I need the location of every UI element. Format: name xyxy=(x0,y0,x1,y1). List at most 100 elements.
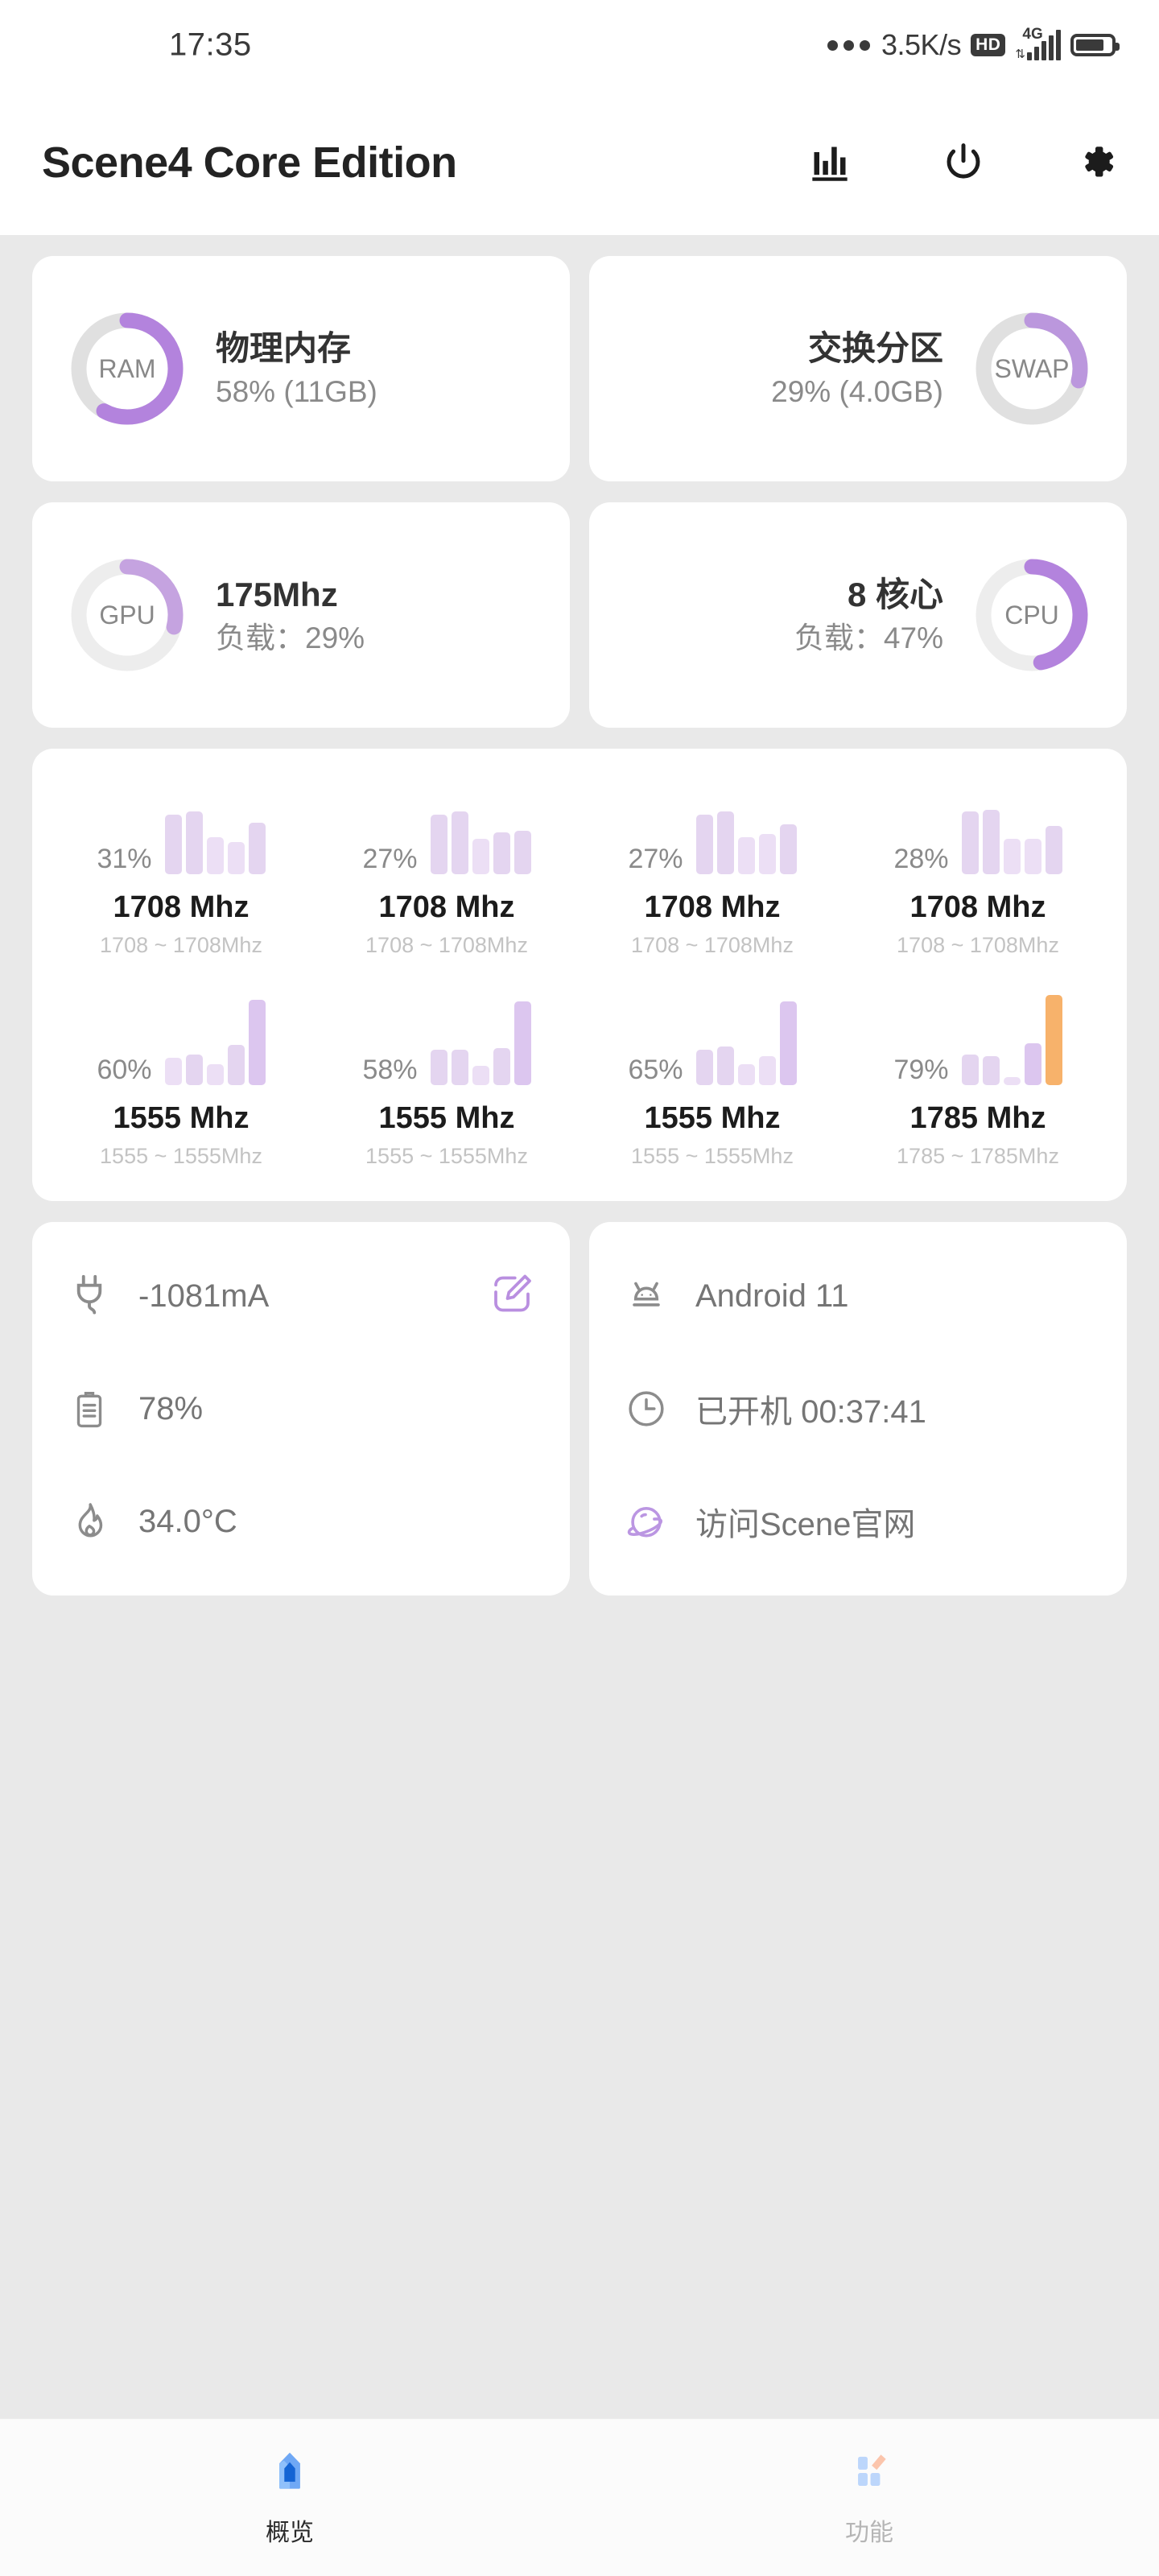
app-screen: 17:35 3.5K/s HD 4G ⇅ Scene4 Core Edition xyxy=(0,0,1159,2576)
core-chart: 65% xyxy=(628,995,797,1085)
core-load-percent: 79% xyxy=(893,1055,949,1085)
temperature-row: 34.0°C xyxy=(64,1484,536,1558)
sparkline-bar xyxy=(451,1050,468,1085)
sparkline-bar xyxy=(1045,995,1062,1085)
core-frequency: 1555 Mhz xyxy=(378,1101,515,1135)
core-sparkline xyxy=(164,784,266,874)
cpu-core-row-1: 31% 1708 Mhz 1708 ~ 1708Mhz 27% 1708 Mhz 1708… xyxy=(48,784,1111,958)
sparkline-bar xyxy=(206,837,224,874)
core-load-percent: 65% xyxy=(628,1055,683,1085)
core-load-percent: 27% xyxy=(362,844,418,874)
core-load-percent: 60% xyxy=(97,1055,152,1085)
core-frequency-range: 1708 ~ 1708Mhz xyxy=(365,933,528,957)
core-sparkline xyxy=(695,995,797,1085)
sparkline-bar xyxy=(248,823,266,874)
core-chart: 28% xyxy=(893,784,1062,874)
core-load-percent: 31% xyxy=(97,844,152,874)
sparkline-bar xyxy=(430,815,448,874)
nav-item-features[interactable]: 功能 xyxy=(580,2447,1159,2548)
sparkline-bar xyxy=(206,1064,224,1085)
core-frequency-range: 1708 ~ 1708Mhz xyxy=(897,933,1059,957)
sparkline-bar xyxy=(514,831,531,874)
status-bar: 17:35 3.5K/s HD 4G ⇅ xyxy=(0,0,1159,90)
core-chart: 58% xyxy=(362,995,531,1085)
sparkline-bar xyxy=(1003,1077,1021,1085)
sparkline-bar xyxy=(493,1048,510,1085)
gpu-card[interactable]: GPU 175Mhz 负载：29% xyxy=(32,502,570,728)
processor-row: GPU 175Mhz 负载：29% 8 核心 负载：47% CPU xyxy=(32,502,1127,728)
swap-subtitle: 29% (4.0GB) xyxy=(771,375,943,409)
sparkline-bar xyxy=(1024,839,1041,874)
gpu-ring-label: GPU xyxy=(99,600,155,630)
sparkline-bar xyxy=(695,1050,713,1085)
hd-icon: HD xyxy=(971,34,1006,56)
core-frequency: 1555 Mhz xyxy=(644,1101,781,1135)
sparkline-bar xyxy=(779,1001,797,1085)
core-sparkline xyxy=(430,784,531,874)
cpu-text: 8 核心 负载：47% xyxy=(794,574,943,657)
sparkline-bar xyxy=(982,1056,1000,1085)
core-frequency: 1708 Mhz xyxy=(378,890,515,924)
cpu-core-8: 79% 1785 Mhz 1785 ~ 1785Mhz xyxy=(845,995,1111,1169)
cpu-core-1: 31% 1708 Mhz 1708 ~ 1708Mhz xyxy=(48,784,314,958)
sparkline-bar xyxy=(737,1064,755,1085)
core-chart: 79% xyxy=(893,995,1062,1085)
core-frequency: 1708 Mhz xyxy=(644,890,781,924)
website-link[interactable]: 访问Scene官网 xyxy=(695,1498,915,1545)
sparkline-bar xyxy=(185,1055,203,1085)
battery-outline-icon xyxy=(64,1387,114,1430)
status-icons: 3.5K/s HD 4G ⇅ xyxy=(827,26,1120,63)
cpu-ring-label: CPU xyxy=(1004,600,1059,630)
edit-icon[interactable] xyxy=(488,1270,536,1323)
bottom-nav: 概览 功能 xyxy=(0,2418,1159,2576)
core-chart: 27% xyxy=(362,784,531,874)
website-row[interactable]: 访问Scene官网 xyxy=(621,1484,1093,1558)
sparkline-bar xyxy=(493,832,510,874)
core-chart: 60% xyxy=(97,995,266,1085)
page-title: Scene4 Core Edition xyxy=(42,138,457,187)
power-icon[interactable] xyxy=(940,139,987,186)
cpu-card[interactable]: 8 核心 负载：47% CPU xyxy=(589,502,1127,728)
ram-card[interactable]: RAM 物理内存 58% (11GB) xyxy=(32,256,570,481)
core-load-percent: 58% xyxy=(362,1055,418,1085)
plug-icon xyxy=(64,1273,114,1319)
gear-icon[interactable] xyxy=(1074,139,1120,186)
core-frequency-range: 1555 ~ 1555Mhz xyxy=(100,1144,262,1168)
ram-title: 物理内存 xyxy=(216,328,352,367)
data-arrows-icon: ⇅ xyxy=(1015,47,1025,61)
core-sparkline xyxy=(430,995,531,1085)
core-sparkline xyxy=(695,784,797,874)
app-bar-actions xyxy=(806,139,1120,186)
battery-icon xyxy=(1070,34,1120,56)
swap-text: 交换分区 29% (4.0GB) xyxy=(771,328,943,411)
android-version: Android 11 xyxy=(695,1278,849,1314)
core-frequency: 1708 Mhz xyxy=(113,890,250,924)
core-sparkline xyxy=(961,784,1062,874)
cpu-core-4: 28% 1708 Mhz 1708 ~ 1708Mhz xyxy=(845,784,1111,958)
sparkline-bar xyxy=(185,811,203,874)
cpu-subtitle: 负载：47% xyxy=(794,621,943,655)
sparkline-bar xyxy=(758,834,776,874)
cpu-core-2: 27% 1708 Mhz 1708 ~ 1708Mhz xyxy=(314,784,580,958)
sparkline-bar xyxy=(716,811,734,874)
current-row: -1081mA xyxy=(64,1259,536,1333)
cpu-ring: CPU xyxy=(972,555,1091,675)
core-frequency-range: 1708 ~ 1708Mhz xyxy=(631,933,794,957)
sparkline-bar xyxy=(961,1055,979,1085)
features-icon xyxy=(844,2447,894,2501)
overview-icon xyxy=(265,2447,315,2501)
swap-card[interactable]: 交换分区 29% (4.0GB) SWAP xyxy=(589,256,1127,481)
sparkline-bar xyxy=(961,811,979,874)
device-info-row: -1081mA 78% 34.0°C Android 11 已开机 00:37:… xyxy=(32,1222,1127,1596)
core-frequency-range: 1555 ~ 1555Mhz xyxy=(631,1144,794,1168)
gpu-ring: GPU xyxy=(68,555,187,675)
sparkline-bar xyxy=(430,1050,448,1085)
core-frequency: 1708 Mhz xyxy=(909,890,1046,924)
flame-icon xyxy=(64,1499,114,1544)
chart-icon[interactable] xyxy=(806,139,853,186)
nav-item-overview[interactable]: 概览 xyxy=(0,2447,580,2548)
uptime-value: 已开机 00:37:41 xyxy=(695,1394,926,1430)
planet-icon xyxy=(621,1498,671,1545)
uptime-row: 已开机 00:37:41 xyxy=(621,1372,1093,1446)
cpu-core-7: 65% 1555 Mhz 1555 ~ 1555Mhz xyxy=(580,995,845,1169)
